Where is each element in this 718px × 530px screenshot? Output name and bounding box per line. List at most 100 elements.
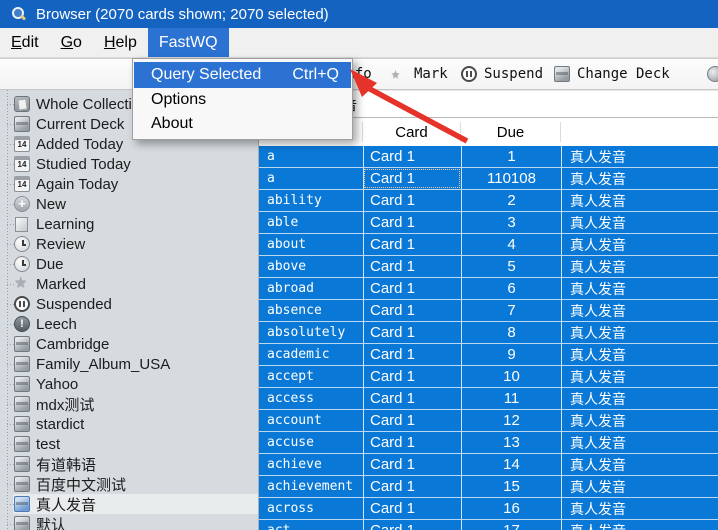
card-cell: Card 1 — [363, 476, 461, 497]
table-row[interactable]: abroad Card 1 6 真人发音 — [259, 278, 718, 300]
table-row[interactable]: act Card 1 17 真人发音 — [259, 520, 718, 530]
title-bar: Browser (2070 cards shown; 2070 selected… — [0, 0, 718, 28]
sidebar-item[interactable]: mdx测试 — [0, 394, 258, 414]
table-row[interactable]: achieve Card 1 14 真人发音 — [259, 454, 718, 476]
sidebar-item[interactable]: Leech — [0, 314, 258, 334]
header-deck[interactable] — [561, 122, 718, 142]
table-row[interactable]: achievement Card 1 15 真人发音 — [259, 476, 718, 498]
toolbar-partial-button[interactable] — [707, 59, 718, 89]
header-due[interactable]: Due — [461, 122, 561, 142]
sidebar-item-label: Current Deck — [36, 116, 124, 133]
sidebar-item-label: test — [36, 436, 60, 453]
due-cell: 2 — [461, 190, 561, 211]
star-icon — [14, 276, 30, 292]
deck-icon — [14, 456, 30, 472]
sidebar-item[interactable]: 默认 — [0, 514, 258, 530]
menu-edit[interactable]: Edit — [0, 28, 50, 57]
table-row[interactable]: above Card 1 5 真人发音 — [259, 256, 718, 278]
menu-item-query-selected[interactable]: Query Selected Ctrl+Q — [134, 62, 351, 88]
due-cell: 3 — [461, 212, 561, 233]
table-row[interactable]: able Card 1 3 真人发音 — [259, 212, 718, 234]
deck-cell: 真人发音 — [561, 146, 718, 167]
sidebar-item[interactable]: Learning — [0, 214, 258, 234]
table-row[interactable]: absence Card 1 7 真人发音 — [259, 300, 718, 322]
due-cell: 15 — [461, 476, 561, 497]
card-cell: Card 1 — [363, 366, 461, 387]
sidebar-item-label: New — [36, 196, 66, 213]
toolbar-suspend-button[interactable]: Suspend — [461, 59, 543, 89]
due-cell: 8 — [461, 322, 561, 343]
deck-cell: 真人发音 — [561, 190, 718, 211]
sidebar-item[interactable]: Due — [0, 254, 258, 274]
due-cell: 5 — [461, 256, 561, 277]
table-row[interactable]: academic Card 1 9 真人发音 — [259, 344, 718, 366]
sidebar: Whole Collection Current Deck Added Toda… — [0, 90, 258, 530]
sidebar-item[interactable]: test — [0, 434, 258, 454]
due-cell: 11 — [461, 388, 561, 409]
menu-go[interactable]: Go — [50, 28, 93, 57]
sidebar-item-label: Learning — [36, 216, 94, 233]
change-deck-label: Change Deck — [577, 66, 670, 82]
sort-field-cell: a — [259, 168, 363, 189]
toolbar: Info Mark Suspend Change Deck — [0, 58, 718, 90]
table-row[interactable]: a Card 1 110108 真人发音 — [259, 168, 718, 190]
sidebar-item[interactable]: Suspended — [0, 294, 258, 314]
sidebar-item[interactable]: 有道韩语 — [0, 454, 258, 474]
deck-cell: 真人发音 — [561, 212, 718, 233]
sort-field-cell: a — [259, 146, 363, 167]
sidebar-item-label: Cambridge — [36, 336, 109, 353]
sidebar-item[interactable]: New — [0, 194, 258, 214]
deck-icon — [14, 336, 30, 352]
table-row[interactable]: a Card 1 1 真人发音 — [259, 146, 718, 168]
sidebar-item[interactable]: Family_Album_USA — [0, 354, 258, 374]
table-row[interactable]: accuse Card 1 13 真人发音 — [259, 432, 718, 454]
sort-field-cell: abroad — [259, 278, 363, 299]
header-card[interactable]: Card — [363, 122, 461, 142]
deck-icon — [14, 476, 30, 492]
sidebar-item-label: Again Today — [36, 176, 118, 193]
page-icon — [15, 217, 28, 232]
card-table: a Card 1 1 真人发音 a Card 1 110108 真人发音 abi… — [259, 146, 718, 530]
sidebar-item-label: Review — [36, 236, 85, 253]
collection-icon — [14, 96, 30, 112]
menu-item-options[interactable]: Options — [134, 88, 351, 112]
card-cell: Card 1 — [363, 278, 461, 299]
sidebar-item[interactable]: Studied Today — [0, 154, 258, 174]
card-cell: Card 1 — [363, 300, 461, 321]
menu-item-about[interactable]: About — [134, 112, 351, 136]
sort-field-cell: absence — [259, 300, 363, 321]
toolbar-change-deck-button[interactable]: Change Deck — [554, 59, 670, 89]
deck-cell: 真人发音 — [561, 432, 718, 453]
due-cell: 110108 — [461, 168, 561, 189]
sidebar-item[interactable]: stardict — [0, 414, 258, 434]
toolbar-mark-button[interactable]: Mark — [391, 59, 448, 89]
deck-cell: 真人发音 — [561, 366, 718, 387]
sidebar-item-label: 百度中文测试 — [36, 474, 126, 495]
table-row[interactable]: absolutely Card 1 8 真人发音 — [259, 322, 718, 344]
card-cell: Card 1 — [363, 212, 461, 233]
table-row[interactable]: across Card 1 16 真人发音 — [259, 498, 718, 520]
sidebar-item[interactable]: Review — [0, 234, 258, 254]
sidebar-item-label: 有道韩语 — [36, 454, 96, 475]
table-row[interactable]: about Card 1 4 真人发音 — [259, 234, 718, 256]
sidebar-item[interactable]: 真人发音 — [0, 494, 258, 514]
sidebar-item[interactable]: 百度中文测试 — [0, 474, 258, 494]
sort-field-cell: achieve — [259, 454, 363, 475]
sort-field-cell: about — [259, 234, 363, 255]
menu-fastwq[interactable]: FastWQ — [148, 28, 229, 57]
sidebar-item[interactable]: Marked — [0, 274, 258, 294]
due-cell: 16 — [461, 498, 561, 519]
table-row[interactable]: account Card 1 12 真人发音 — [259, 410, 718, 432]
sidebar-item[interactable]: Cambridge — [0, 334, 258, 354]
table-row[interactable]: access Card 1 11 真人发音 — [259, 388, 718, 410]
sort-field-cell: academic — [259, 344, 363, 365]
due-cell: 10 — [461, 366, 561, 387]
due-cell: 1 — [461, 146, 561, 167]
sidebar-item[interactable]: Again Today — [0, 174, 258, 194]
table-row[interactable]: ability Card 1 2 真人发音 — [259, 190, 718, 212]
clock-icon — [14, 236, 30, 252]
sidebar-item[interactable]: Yahoo — [0, 374, 258, 394]
menu-help[interactable]: Help — [93, 28, 148, 57]
table-row[interactable]: accept Card 1 10 真人发音 — [259, 366, 718, 388]
deck-cell: 真人发音 — [561, 234, 718, 255]
